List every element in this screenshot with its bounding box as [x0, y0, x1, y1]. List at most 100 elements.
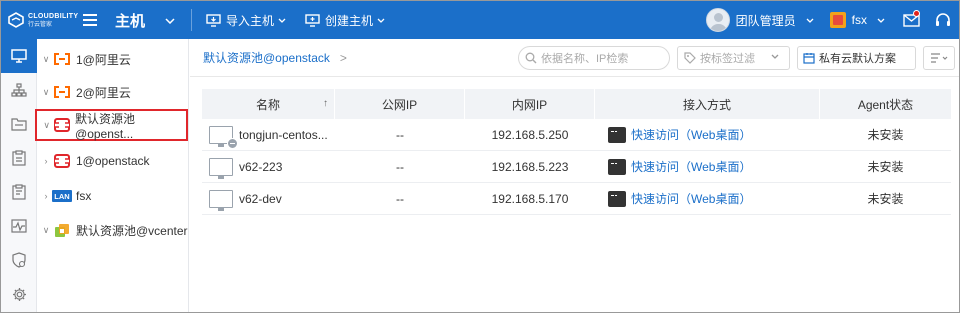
expand-chevron-icon[interactable]: ∨	[40, 225, 52, 236]
chart-icon	[11, 219, 27, 233]
notifications-button[interactable]	[895, 1, 927, 39]
chevron-down-icon	[771, 54, 779, 59]
menu-toggle-icon[interactable]	[79, 1, 101, 39]
support-button[interactable]	[927, 1, 959, 39]
toolbar: 默认资源池@openstack > 依据名称、IP检索 按标签过滤 私有云默认方…	[190, 39, 959, 77]
chevron-down-icon	[377, 18, 385, 23]
sort-ascending-icon[interactable]: ↑	[323, 98, 328, 109]
column-header-access[interactable]: 接入方式	[595, 89, 820, 119]
logo[interactable]: CLOUDBILITY 行云管家	[1, 1, 79, 39]
breadcrumb[interactable]: 默认资源池@openstack	[203, 49, 330, 66]
table-row[interactable]: v62-223 -- 192.168.5.223 快速访问（Web桌面） 未安装	[202, 151, 951, 183]
tag-filter-placeholder: 按标签过滤	[700, 53, 755, 65]
expand-chevron-icon[interactable]: ∨	[40, 54, 52, 65]
app-window: CLOUDBILITY 行云管家 主机 导入主机 创建主机 团队管理员 fsx …	[0, 0, 960, 313]
page-title: 主机	[115, 12, 146, 30]
column-header-private-ip[interactable]: 内网IP	[465, 89, 595, 119]
tree-item-label: 默认资源池@vcenter	[76, 223, 188, 238]
tree-item-label: 1@openstack	[76, 154, 150, 168]
nav-audit[interactable]	[1, 175, 37, 209]
stopped-status-icon	[227, 137, 238, 149]
nav-files[interactable]	[1, 107, 37, 141]
lan-icon: LAN	[52, 189, 72, 203]
agent-status: 未安装	[867, 160, 904, 174]
header-divider	[191, 9, 192, 31]
nav-hosts[interactable]	[1, 39, 37, 73]
collapse-chevron-icon[interactable]: ›	[40, 156, 52, 166]
private-ip: 192.168.5.223	[491, 159, 569, 174]
vm-monitor-icon	[209, 125, 238, 149]
org-icon	[829, 12, 846, 28]
private-ip: 192.168.5.250	[491, 127, 569, 142]
host-name[interactable]: tongjun-centos...	[239, 128, 328, 142]
tree-item-fsx[interactable]: › LAN fsx	[37, 182, 189, 210]
expand-chevron-icon[interactable]: ∨	[41, 120, 52, 131]
column-header-public-ip[interactable]: 公网IP	[335, 89, 465, 119]
org-name[interactable]: fsx	[852, 13, 867, 27]
quick-access-link[interactable]: 快速访问（Web桌面）	[608, 126, 751, 143]
notification-badge	[913, 10, 920, 17]
aliyun-icon	[52, 85, 72, 99]
quick-access-link[interactable]: 快速访问（Web桌面）	[608, 158, 751, 175]
column-header-label: Agent状态	[857, 97, 914, 112]
collapse-chevron-icon[interactable]: ›	[40, 191, 52, 201]
vm-monitor-icon	[209, 157, 233, 179]
host-name[interactable]: v62-dev	[239, 192, 282, 206]
host-name[interactable]: v62-223	[239, 160, 282, 174]
table-row[interactable]: tongjun-centos... -- 192.168.5.250 快速访问（…	[202, 119, 951, 151]
aliyun-icon	[52, 52, 72, 66]
column-header-agent[interactable]: Agent状态	[820, 89, 951, 119]
tree-item-openstack-1[interactable]: › 1@openstack	[37, 147, 189, 175]
public-ip: --	[396, 191, 404, 206]
column-header-label: 公网IP	[381, 97, 418, 112]
nav-settings[interactable]	[1, 277, 37, 311]
openstack-icon	[52, 154, 72, 168]
tree-item-aliyun-2[interactable]: ∨ 2@阿里云	[37, 78, 189, 106]
quick-access-link[interactable]: 快速访问（Web桌面）	[608, 190, 751, 207]
agent-status: 未安装	[867, 128, 904, 142]
headset-icon	[936, 12, 950, 26]
access-label: 快速访问（Web桌面）	[631, 160, 752, 174]
column-header-label: 接入方式	[682, 97, 731, 112]
search-input[interactable]: 依据名称、IP检索	[518, 46, 670, 70]
create-host-button[interactable]: 创建主机	[305, 12, 390, 29]
logo-text-cn: 行云管家	[28, 21, 53, 28]
tag-filter-select[interactable]: 按标签过滤	[677, 46, 790, 70]
import-host-button[interactable]: 导入主机	[206, 12, 291, 29]
main-content: 默认资源池@openstack > 依据名称、IP检索 按标签过滤 私有云默认方…	[190, 39, 959, 312]
title-dropdown-chevron-icon[interactable]	[165, 13, 177, 27]
expand-chevron-icon[interactable]: ∨	[40, 87, 52, 98]
create-host-label: 创建主机	[325, 13, 374, 28]
tree-item-label: 2@阿里云	[76, 85, 131, 100]
folder-icon	[11, 118, 27, 131]
user-name[interactable]: 团队管理员	[736, 12, 796, 29]
user-avatar[interactable]	[705, 8, 730, 32]
gear-icon	[12, 287, 26, 301]
nav-security[interactable]	[1, 243, 37, 277]
nav-topology[interactable]	[1, 73, 37, 107]
import-host-label: 导入主机	[226, 13, 275, 28]
public-ip: --	[396, 159, 404, 174]
nav-tasks[interactable]	[1, 141, 37, 175]
breadcrumb-separator: >	[339, 50, 347, 65]
tree-item-openstack-default[interactable]: ∨ 默认资源池@openst...	[35, 109, 188, 141]
side-navigation	[1, 39, 37, 312]
column-header-name[interactable]: 名称 ↑	[202, 89, 335, 119]
logo-text-en: CLOUDBILITY	[28, 12, 79, 20]
table-row[interactable]: v62-dev -- 192.168.5.170 快速访问（Web桌面） 未安装	[202, 183, 951, 215]
resource-tree: ∨ 1@阿里云 ∨ 2@阿里云 ∨ 默认资源池@openst... › 1@op…	[35, 39, 189, 312]
column-header-label: 名称	[255, 97, 280, 112]
tree-item-aliyun-1[interactable]: ∨ 1@阿里云	[37, 45, 189, 73]
vcenter-icon	[52, 223, 72, 237]
document-icon	[12, 184, 26, 200]
chevron-down-icon	[278, 18, 286, 23]
create-monitor-icon	[305, 13, 320, 27]
access-label: 快速访问（Web桌面）	[631, 192, 752, 206]
user-menu-chevron-icon[interactable]	[806, 18, 814, 23]
plan-select[interactable]: 私有云默认方案	[797, 46, 916, 70]
nav-monitoring[interactable]	[1, 209, 37, 243]
tree-item-vcenter[interactable]: ∨ 默认资源池@vcenter	[37, 216, 189, 244]
column-settings-button[interactable]	[923, 46, 955, 70]
access-label: 快速访问（Web桌面）	[631, 128, 752, 142]
org-menu-chevron-icon[interactable]	[877, 18, 885, 23]
